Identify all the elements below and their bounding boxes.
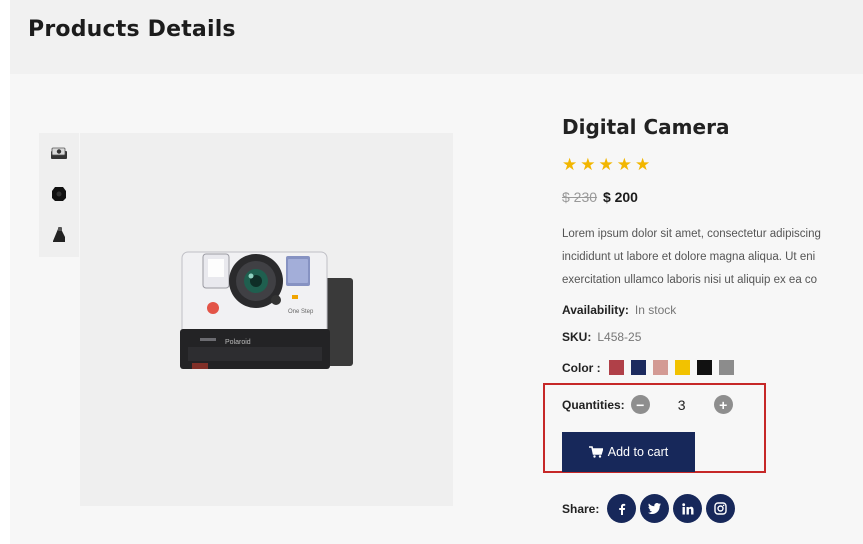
new-price: $ 200 (602, 189, 638, 205)
description-line: exercitation ullamco laboris nisi ut ali… (562, 274, 818, 286)
quantity-label: Quantities: (562, 397, 625, 412)
availability-value: In stock (634, 303, 677, 317)
share-row: Share: (562, 494, 739, 523)
color-swatches (608, 360, 734, 375)
quantity-stepper: Quantities: − 3 + (562, 395, 733, 414)
description-line: Lorem ipsum dolor sit amet, consectetur … (562, 228, 821, 240)
camera-badge: One Step (288, 309, 314, 315)
instant-camera-image: Polaroid One Step (180, 251, 353, 369)
instagram-icon (714, 502, 728, 515)
thumbnail-camera-dark[interactable] (39, 174, 79, 214)
star-icon: ★ (598, 155, 614, 174)
sku-label: SKU: (562, 330, 592, 344)
page-title: Products Details (28, 17, 236, 42)
twitter-button[interactable] (640, 494, 670, 523)
color-swatch-3[interactable] (652, 360, 668, 375)
share-label: Share: (562, 501, 600, 516)
twitter-icon (648, 503, 662, 514)
main-product-image: Polaroid One Step (80, 133, 453, 506)
star-icon: ★ (562, 155, 578, 174)
color-selector: Color : (562, 360, 734, 375)
camera-side-thumbnail (53, 227, 65, 242)
old-price: $ 230 (562, 189, 598, 205)
color-swatch-2[interactable] (630, 360, 646, 375)
camera-front-thumbnail (51, 147, 67, 159)
color-label: Color : (562, 360, 601, 375)
description-line: incididunt ut labore et dolore magna ali… (562, 251, 816, 263)
thumbnail-list (39, 133, 79, 257)
facebook-button[interactable] (607, 494, 637, 523)
thumbnail-camera-side[interactable] (39, 215, 79, 255)
add-to-cart-button[interactable]: Add to cart (562, 432, 695, 472)
thumbnail-camera-front[interactable] (39, 133, 79, 173)
quantity-value[interactable]: 3 (650, 397, 714, 413)
sku: SKU: L458-25 (562, 330, 641, 344)
product-title: Digital Camera (562, 115, 730, 139)
decrease-quantity-button[interactable]: − (630, 395, 650, 414)
camera-dark-thumbnail (52, 187, 66, 201)
star-icon: ★ (616, 155, 632, 174)
color-swatch-6[interactable] (718, 360, 734, 375)
sku-value: L458-25 (597, 330, 642, 344)
color-swatch-5[interactable] (696, 360, 712, 375)
linkedin-button[interactable] (673, 494, 703, 523)
add-to-cart-label: Add to cart (607, 445, 669, 459)
color-swatch-1[interactable] (608, 360, 624, 375)
star-icon: ★ (580, 155, 596, 174)
camera-brand-label: Polaroid (225, 339, 251, 346)
instagram-button[interactable] (706, 494, 736, 523)
increase-quantity-button[interactable]: + (713, 395, 733, 414)
availability: Availability: In stock (562, 303, 676, 317)
linkedin-icon (682, 502, 694, 514)
availability-label: Availability: (562, 303, 629, 317)
price: $ 230 $ 200 (562, 189, 638, 205)
facebook-icon (619, 503, 626, 515)
star-icon: ★ (635, 155, 651, 174)
product-description: Lorem ipsum dolor sit amet, consectetur … (562, 223, 852, 292)
cart-icon (588, 446, 603, 458)
rating-stars: ★ ★ ★ ★ ★ (562, 156, 650, 173)
color-swatch-4[interactable] (674, 360, 690, 375)
